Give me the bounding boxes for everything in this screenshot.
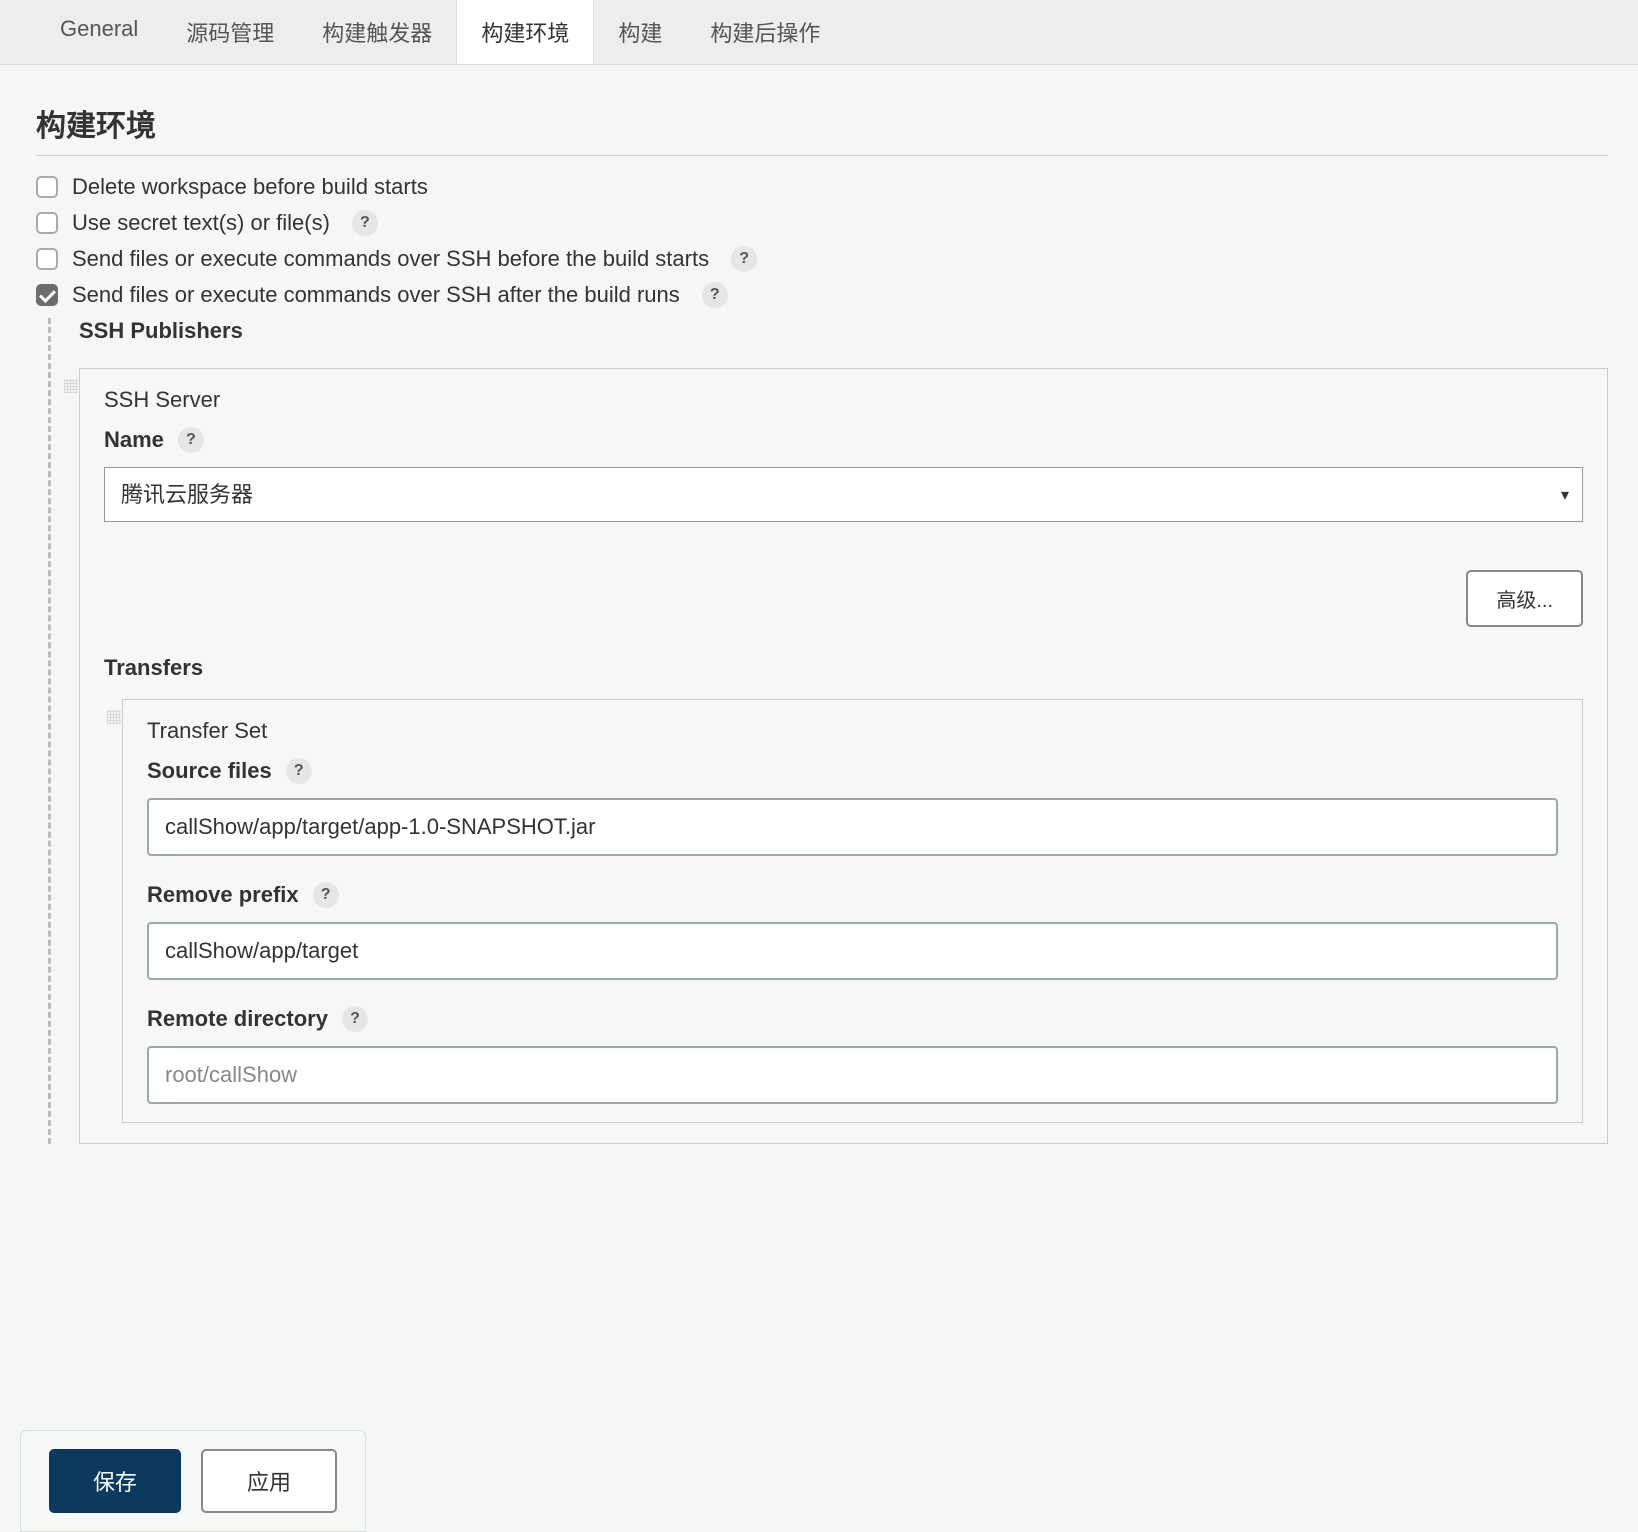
content-area: 构建环境 Delete workspace before build start… [0, 65, 1638, 1264]
ssh-server-panel: SSH Server Name ? 腾讯云服务器 ▾ 高级... Transfe… [79, 368, 1608, 1144]
tab-triggers[interactable]: 构建触发器 [298, 0, 456, 64]
tab-postbuild[interactable]: 构建后操作 [686, 0, 844, 64]
transfers-heading: Transfers [104, 655, 1583, 681]
checkbox-delete-ws[interactable] [36, 176, 58, 198]
help-icon[interactable]: ? [178, 427, 204, 453]
help-icon[interactable]: ? [342, 1006, 368, 1032]
help-icon[interactable]: ? [286, 758, 312, 784]
checkbox-secret[interactable] [36, 212, 58, 234]
name-label: Name [104, 427, 164, 453]
check-row-ssh-after: Send files or execute commands over SSH … [36, 282, 1608, 308]
label-delete-ws: Delete workspace before build starts [72, 174, 428, 200]
section-title: 构建环境 [36, 101, 1608, 156]
transfer-set-panel: Transfer Set Source files ? Remove prefi… [122, 699, 1583, 1123]
label-ssh-before: Send files or execute commands over SSH … [72, 246, 709, 272]
check-row-delete-ws: Delete workspace before build starts [36, 174, 1608, 200]
help-icon[interactable]: ? [731, 246, 757, 272]
label-ssh-after: Send files or execute commands over SSH … [72, 282, 680, 308]
drag-handle-icon[interactable] [107, 710, 121, 724]
remote-dir-input[interactable] [147, 1046, 1558, 1104]
remove-prefix-input[interactable] [147, 922, 1558, 980]
remove-prefix-label: Remove prefix [147, 882, 299, 908]
tab-build-env[interactable]: 构建环境 [456, 0, 594, 64]
help-icon[interactable]: ? [313, 882, 339, 908]
apply-button[interactable]: 应用 [201, 1449, 337, 1513]
source-files-label: Source files [147, 758, 272, 784]
ssh-publishers-heading: SSH Publishers [79, 318, 1608, 344]
ssh-server-title: SSH Server [104, 387, 1583, 413]
label-secret: Use secret text(s) or file(s) [72, 210, 330, 236]
tabs-bar: General 源码管理 构建触发器 构建环境 构建 构建后操作 [0, 0, 1638, 65]
transfer-set-title: Transfer Set [147, 718, 1558, 744]
checkbox-ssh-after[interactable] [36, 284, 58, 306]
advanced-button[interactable]: 高级... [1466, 570, 1583, 627]
tab-general[interactable]: General [36, 0, 162, 64]
save-button[interactable]: 保存 [49, 1449, 181, 1513]
check-row-ssh-before: Send files or execute commands over SSH … [36, 246, 1608, 272]
check-row-secret: Use secret text(s) or file(s) ? [36, 210, 1608, 236]
tab-build[interactable]: 构建 [594, 0, 686, 64]
ssh-after-section: SSH Publishers SSH Server Name ? 腾讯云服务器 … [48, 318, 1608, 1144]
source-files-input[interactable] [147, 798, 1558, 856]
help-icon[interactable]: ? [702, 282, 728, 308]
tab-scm[interactable]: 源码管理 [162, 0, 298, 64]
ssh-server-select-wrap: 腾讯云服务器 ▾ [104, 467, 1583, 522]
help-icon[interactable]: ? [352, 210, 378, 236]
drag-handle-icon[interactable] [64, 379, 78, 393]
checkbox-ssh-before[interactable] [36, 248, 58, 270]
remote-dir-label: Remote directory [147, 1006, 328, 1032]
ssh-server-select[interactable]: 腾讯云服务器 [104, 467, 1583, 522]
bottom-action-bar: 保存 应用 [20, 1430, 366, 1532]
